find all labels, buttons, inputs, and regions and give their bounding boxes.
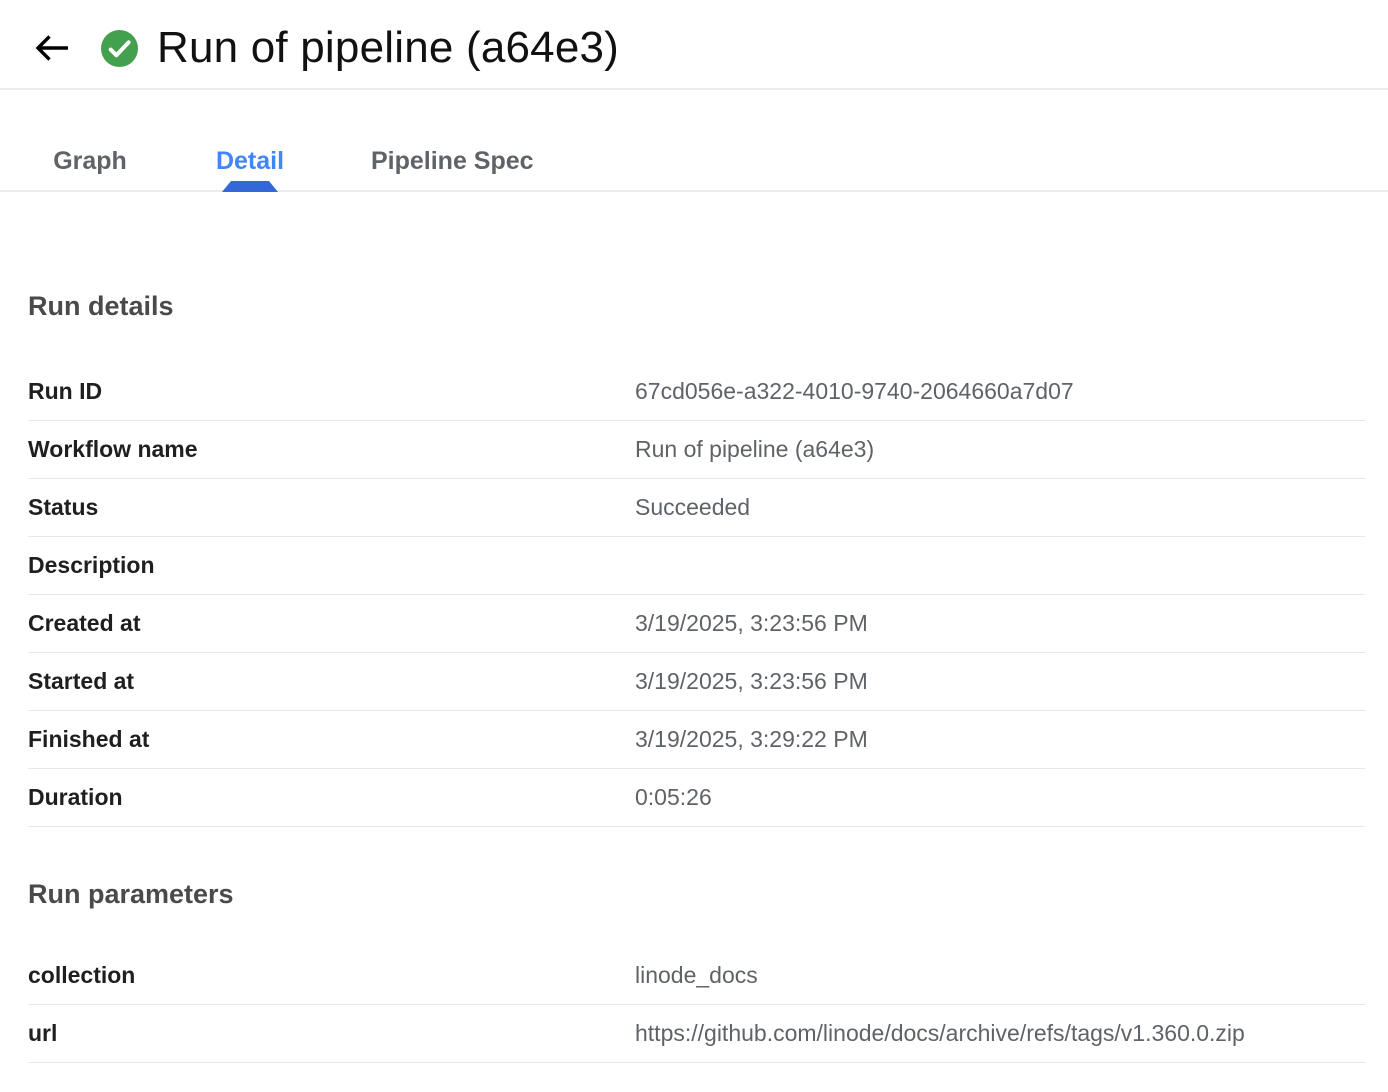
row-value: Succeeded [635,494,750,521]
row-value: 3/19/2025, 3:23:56 PM [635,610,868,637]
run-parameters-heading: Run parameters [28,878,1365,910]
tab-graph[interactable]: Graph [10,132,170,190]
row-label: Workflow name [28,436,635,463]
table-row-started-at: Started at 3/19/2025, 3:23:56 PM [28,653,1365,711]
table-row-description: Description [28,537,1365,595]
run-details-heading: Run details [28,290,1365,322]
run-details-table: Run ID 67cd056e-a322-4010-9740-2064660a7… [28,363,1365,827]
run-parameters-table: collection linode_docs url https://githu… [28,947,1365,1063]
tab-detail[interactable]: Detail [170,132,330,190]
table-row-run-id: Run ID 67cd056e-a322-4010-9740-2064660a7… [28,363,1365,421]
row-label: Created at [28,610,635,637]
row-label: Description [28,552,635,579]
main-content: Run details Run ID 67cd056e-a322-4010-97… [0,290,1388,1063]
row-value: 3/19/2025, 3:23:56 PM [635,668,868,695]
row-label: Run ID [28,378,635,405]
tab-pipeline-spec[interactable]: Pipeline Spec [347,132,558,190]
tab-graph-label: Graph [53,147,127,176]
table-row-duration: Duration 0:05:26 [28,769,1365,827]
row-label: url [28,1020,635,1047]
tab-pipeline-spec-label: Pipeline Spec [371,147,534,176]
row-value: 0:05:26 [635,784,712,811]
row-label: Status [28,494,635,521]
arrow-left-icon [34,33,70,63]
table-row-workflow-name: Workflow name Run of pipeline (a64e3) [28,421,1365,479]
table-row-created-at: Created at 3/19/2025, 3:23:56 PM [28,595,1365,653]
row-value: 3/19/2025, 3:29:22 PM [635,726,868,753]
row-label: collection [28,962,635,989]
table-row-collection: collection linode_docs [28,947,1365,1005]
table-row-finished-at: Finished at 3/19/2025, 3:29:22 PM [28,711,1365,769]
page-title: Run of pipeline (a64e3) [157,23,619,73]
row-value: linode_docs [635,962,758,989]
back-button[interactable] [33,32,71,64]
check-circle-icon [101,30,138,67]
row-value: https://github.com/linode/docs/archive/r… [635,1020,1245,1047]
row-label: Finished at [28,726,635,753]
row-value: Run of pipeline (a64e3) [635,436,874,463]
row-value: 67cd056e-a322-4010-9740-2064660a7d07 [635,378,1074,405]
table-row-status: Status Succeeded [28,479,1365,537]
row-label: Started at [28,668,635,695]
active-tab-indicator [222,181,278,192]
table-row-url: url https://github.com/linode/docs/archi… [28,1005,1365,1063]
tab-bar: Graph Detail Pipeline Spec [0,90,1388,192]
row-label: Duration [28,784,635,811]
tab-detail-label: Detail [216,147,284,176]
page-header: Run of pipeline (a64e3) [0,0,1388,90]
